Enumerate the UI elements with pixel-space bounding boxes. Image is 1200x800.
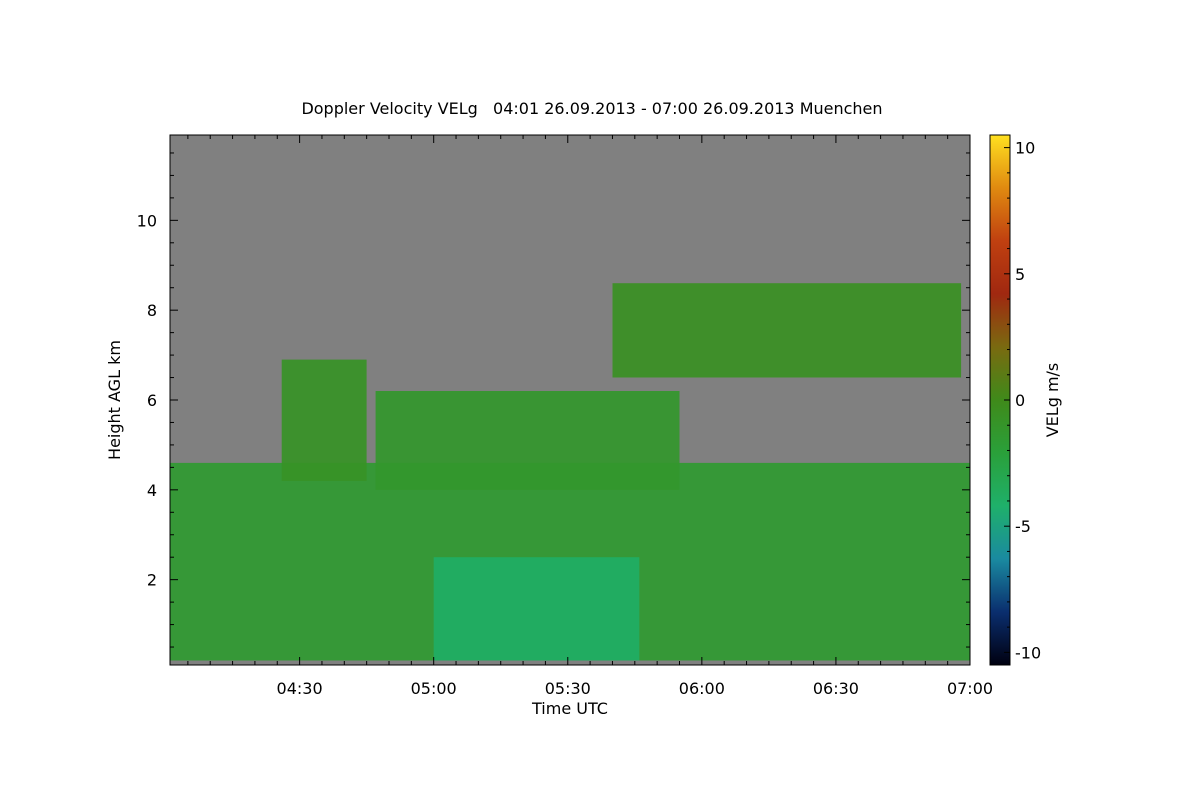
x-tick-label: 07:00 xyxy=(947,679,993,698)
x-tick-label: 04:30 xyxy=(277,679,323,698)
x-axis-label: Time UTC xyxy=(531,699,608,718)
y-tick-label: 4 xyxy=(147,481,157,500)
colorbar-tick-label: -5 xyxy=(1015,517,1031,536)
colorbar-label: VELg m/s xyxy=(1043,363,1062,438)
echo-region xyxy=(433,557,640,661)
x-tick-label: 06:30 xyxy=(813,679,859,698)
x-tick-label: 05:30 xyxy=(545,679,591,698)
colorbar-tick-label: 0 xyxy=(1015,391,1025,410)
echo-region xyxy=(281,359,367,481)
colorbar: 10 5 0 -5 -10 VELg m/s xyxy=(989,134,1062,666)
y-tick-label: 8 xyxy=(147,301,157,320)
echo-region xyxy=(612,283,962,378)
colorbar-tick-label: 5 xyxy=(1015,265,1025,284)
chart-title: Doppler Velocity VELg 04:01 26.09.2013 -… xyxy=(301,99,882,118)
plot-area xyxy=(169,134,971,666)
y-tick-label: 10 xyxy=(137,211,157,230)
x-tick-label: 06:00 xyxy=(679,679,725,698)
colorbar-tick-label: -10 xyxy=(1015,643,1041,662)
y-axis-label: Height AGL km xyxy=(105,340,124,460)
colorbar-tick-label: 10 xyxy=(1015,139,1035,158)
x-tick-label: 05:00 xyxy=(411,679,457,698)
y-tick-label: 6 xyxy=(147,391,157,410)
y-tick-label: 2 xyxy=(147,571,157,590)
echo-region xyxy=(375,391,680,490)
doppler-velocity-figure: Doppler Velocity VELg 04:01 26.09.2013 -… xyxy=(105,99,1062,718)
